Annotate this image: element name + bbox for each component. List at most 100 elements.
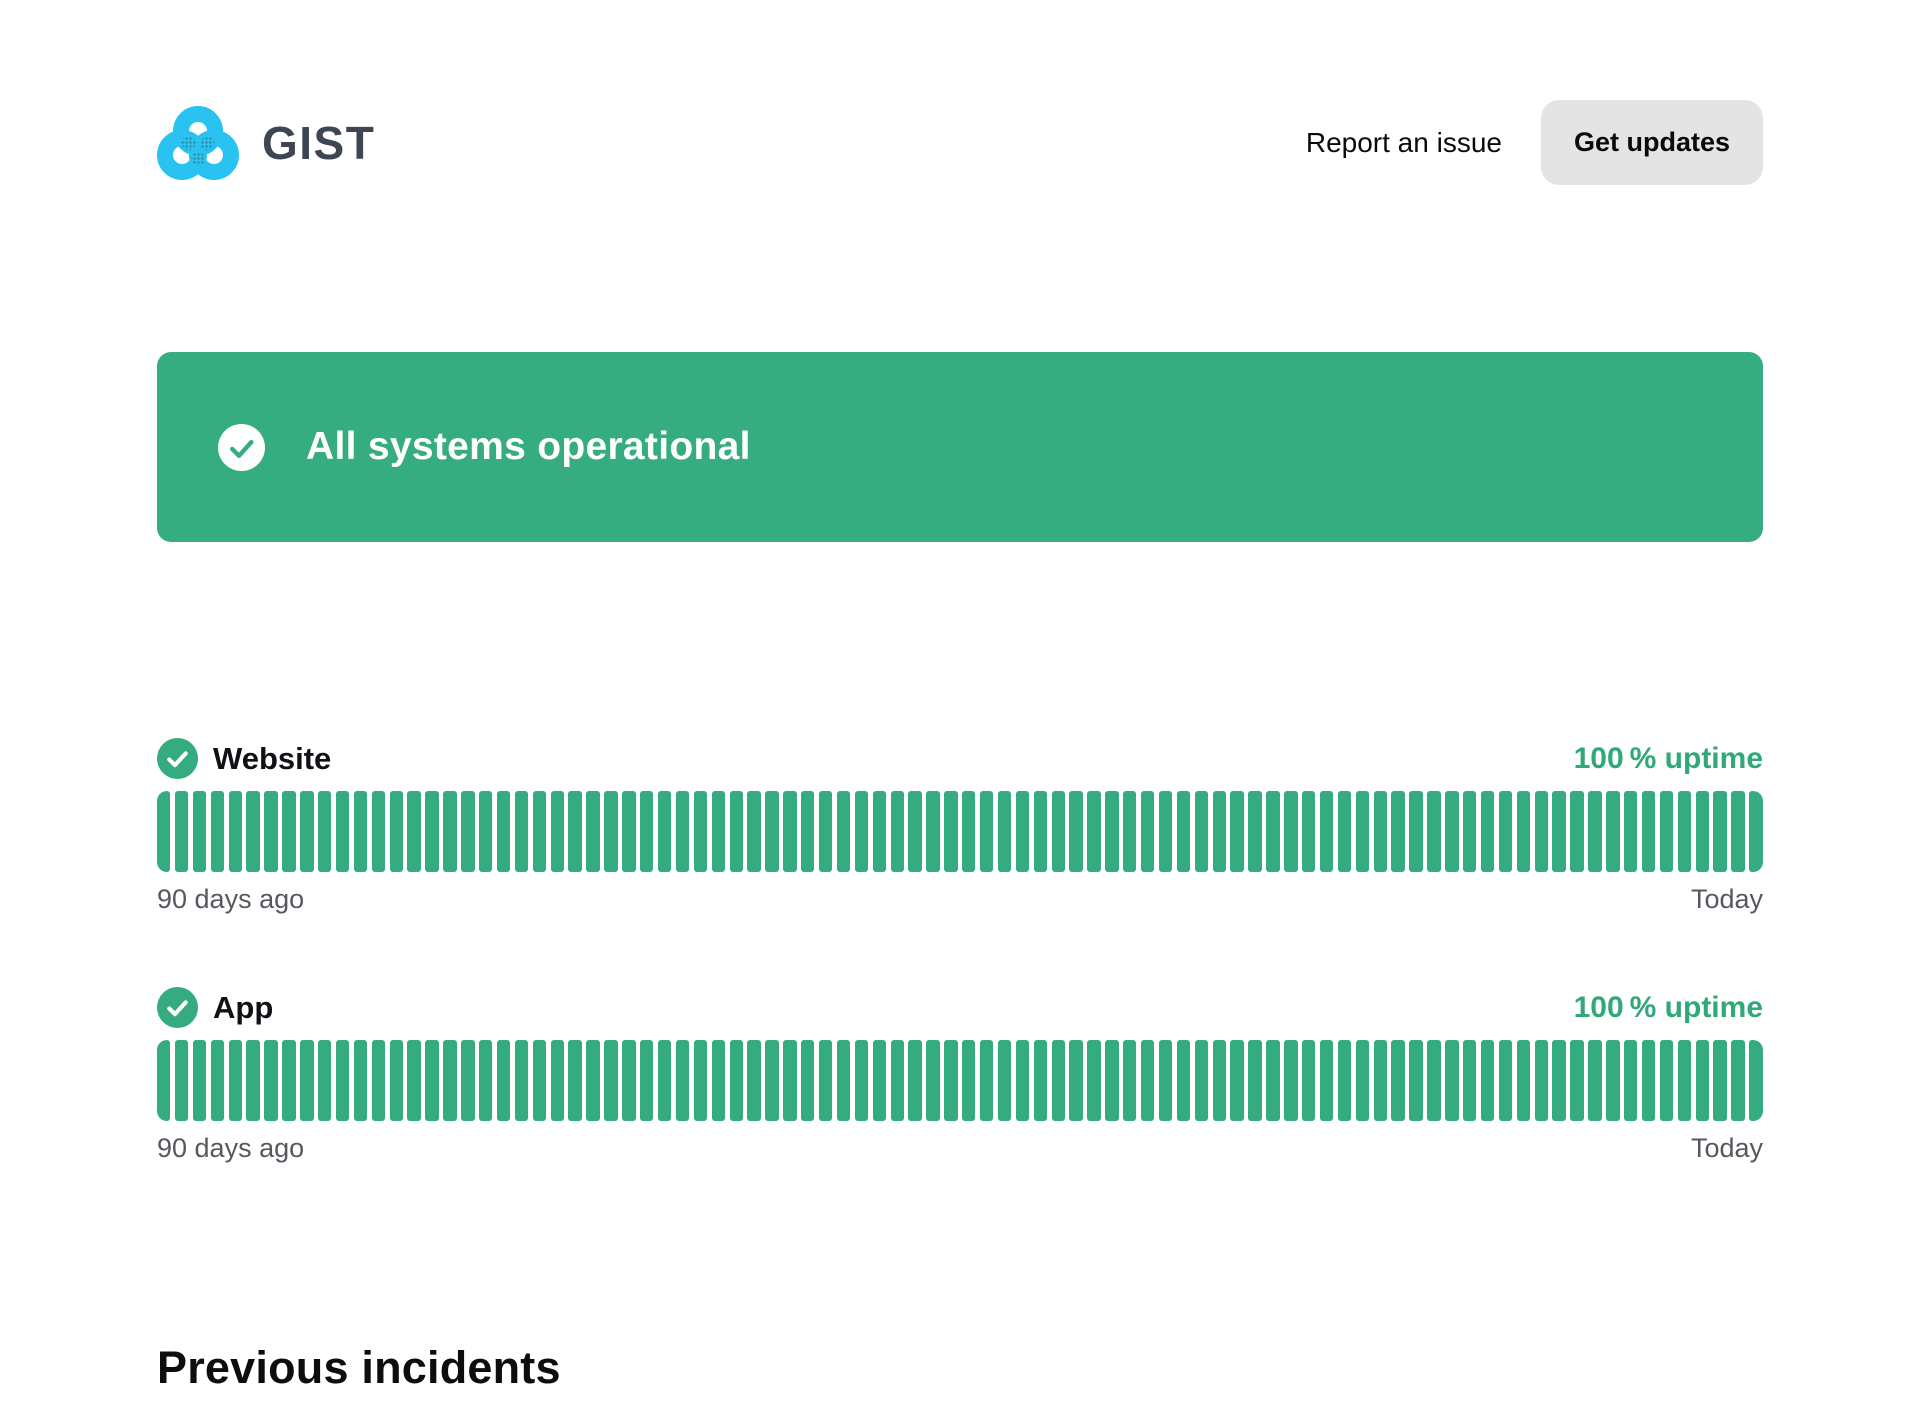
uptime-day-bar[interactable] [1463,1040,1476,1121]
uptime-day-bar[interactable] [1320,791,1333,872]
uptime-day-bar[interactable] [533,791,546,872]
uptime-day-bar[interactable] [515,1040,528,1121]
uptime-day-bar[interactable] [783,1040,796,1121]
uptime-day-bar[interactable] [1123,791,1136,872]
report-issue-link[interactable]: Report an issue [1306,127,1502,159]
uptime-day-bar[interactable] [1034,791,1047,872]
uptime-day-bar[interactable] [980,1040,993,1121]
uptime-day-bar[interactable] [157,1040,170,1121]
uptime-day-bar[interactable] [1409,791,1422,872]
uptime-day-bar[interactable] [819,791,832,872]
uptime-day-bar[interactable] [568,1040,581,1121]
uptime-day-bar[interactable] [658,1040,671,1121]
uptime-day-bar[interactable] [282,791,295,872]
uptime-day-bar[interactable] [568,791,581,872]
uptime-day-bar[interactable] [1552,1040,1565,1121]
uptime-day-bar[interactable] [604,791,617,872]
uptime-day-bar[interactable] [1660,1040,1673,1121]
uptime-day-bar[interactable] [461,791,474,872]
uptime-day-bar[interactable] [765,791,778,872]
uptime-day-bar[interactable] [372,1040,385,1121]
uptime-day-bar[interactable] [425,1040,438,1121]
uptime-day-bar[interactable] [1427,791,1440,872]
uptime-day-bar[interactable] [1374,1040,1387,1121]
uptime-day-bar[interactable] [1713,1040,1726,1121]
uptime-day-bar[interactable] [694,791,707,872]
uptime-day-bar[interactable] [1266,1040,1279,1121]
uptime-day-bar[interactable] [407,1040,420,1121]
uptime-day-bar[interactable] [1409,1040,1422,1121]
uptime-day-bar[interactable] [783,791,796,872]
uptime-day-bar[interactable] [747,791,760,872]
uptime-day-bar[interactable] [1034,1040,1047,1121]
uptime-day-bar[interactable] [1481,1040,1494,1121]
uptime-day-bar[interactable] [747,1040,760,1121]
uptime-day-bar[interactable] [1213,791,1226,872]
uptime-day-bar[interactable] [354,791,367,872]
uptime-day-bar[interactable] [1517,1040,1530,1121]
uptime-day-bar[interactable] [891,1040,904,1121]
uptime-day-bar[interactable] [443,1040,456,1121]
uptime-day-bar[interactable] [837,791,850,872]
uptime-day-bar[interactable] [1069,1040,1082,1121]
uptime-day-bar[interactable] [1391,1040,1404,1121]
uptime-day-bar[interactable] [533,1040,546,1121]
uptime-day-bar[interactable] [926,1040,939,1121]
uptime-day-bar[interactable] [1230,1040,1243,1121]
uptime-day-bar[interactable] [1696,1040,1709,1121]
uptime-day-bar[interactable] [1338,791,1351,872]
uptime-day-bar[interactable] [855,1040,868,1121]
uptime-day-bar[interactable] [1087,1040,1100,1121]
uptime-day-bar[interactable] [1606,1040,1619,1121]
uptime-day-bar[interactable] [855,791,868,872]
uptime-day-bar[interactable] [962,791,975,872]
uptime-day-bar[interactable] [1445,791,1458,872]
uptime-day-bar[interactable] [873,791,886,872]
uptime-day-bar[interactable] [1105,1040,1118,1121]
uptime-day-bar[interactable] [622,1040,635,1121]
uptime-day-bar[interactable] [712,1040,725,1121]
uptime-day-bar[interactable] [1248,791,1261,872]
uptime-day-bar[interactable] [1177,1040,1190,1121]
uptime-day-bar[interactable] [765,1040,778,1121]
uptime-day-bar[interactable] [1678,791,1691,872]
uptime-day-bar[interactable] [1391,791,1404,872]
uptime-day-bar[interactable] [479,791,492,872]
uptime-day-bar[interactable] [1159,791,1172,872]
uptime-day-bar[interactable] [551,791,564,872]
uptime-day-bar[interactable] [211,791,224,872]
uptime-day-bar[interactable] [1069,791,1082,872]
uptime-day-bar[interactable] [944,1040,957,1121]
uptime-day-bar[interactable] [443,791,456,872]
uptime-day-bar[interactable] [1052,791,1065,872]
uptime-day-bar[interactable] [908,791,921,872]
uptime-day-bar[interactable] [604,1040,617,1121]
uptime-day-bar[interactable] [193,1040,206,1121]
uptime-day-bar[interactable] [300,791,313,872]
uptime-day-bar[interactable] [1588,791,1601,872]
uptime-day-bar[interactable] [229,1040,242,1121]
uptime-day-bar[interactable] [730,1040,743,1121]
uptime-day-bar[interactable] [390,791,403,872]
uptime-day-bar[interactable] [1678,1040,1691,1121]
uptime-day-bar[interactable] [1642,791,1655,872]
uptime-day-bar[interactable] [998,1040,1011,1121]
uptime-day-bar[interactable] [730,791,743,872]
uptime-day-bar[interactable] [1320,1040,1333,1121]
uptime-day-bar[interactable] [1302,1040,1315,1121]
uptime-day-bar[interactable] [1517,791,1530,872]
uptime-day-bar[interactable] [1588,1040,1601,1121]
uptime-day-bar[interactable] [497,791,510,872]
uptime-day-bar[interactable] [1141,1040,1154,1121]
uptime-day-bar[interactable] [1660,791,1673,872]
uptime-day-bar[interactable] [497,1040,510,1121]
uptime-day-bar[interactable] [1570,1040,1583,1121]
uptime-day-bar[interactable] [1284,791,1297,872]
uptime-day-bar[interactable] [1624,1040,1637,1121]
uptime-day-bar[interactable] [211,1040,224,1121]
uptime-day-bar[interactable] [1087,791,1100,872]
uptime-day-bar[interactable] [962,1040,975,1121]
uptime-day-bar[interactable] [712,791,725,872]
uptime-day-bar[interactable] [300,1040,313,1121]
uptime-day-bar[interactable] [640,791,653,872]
